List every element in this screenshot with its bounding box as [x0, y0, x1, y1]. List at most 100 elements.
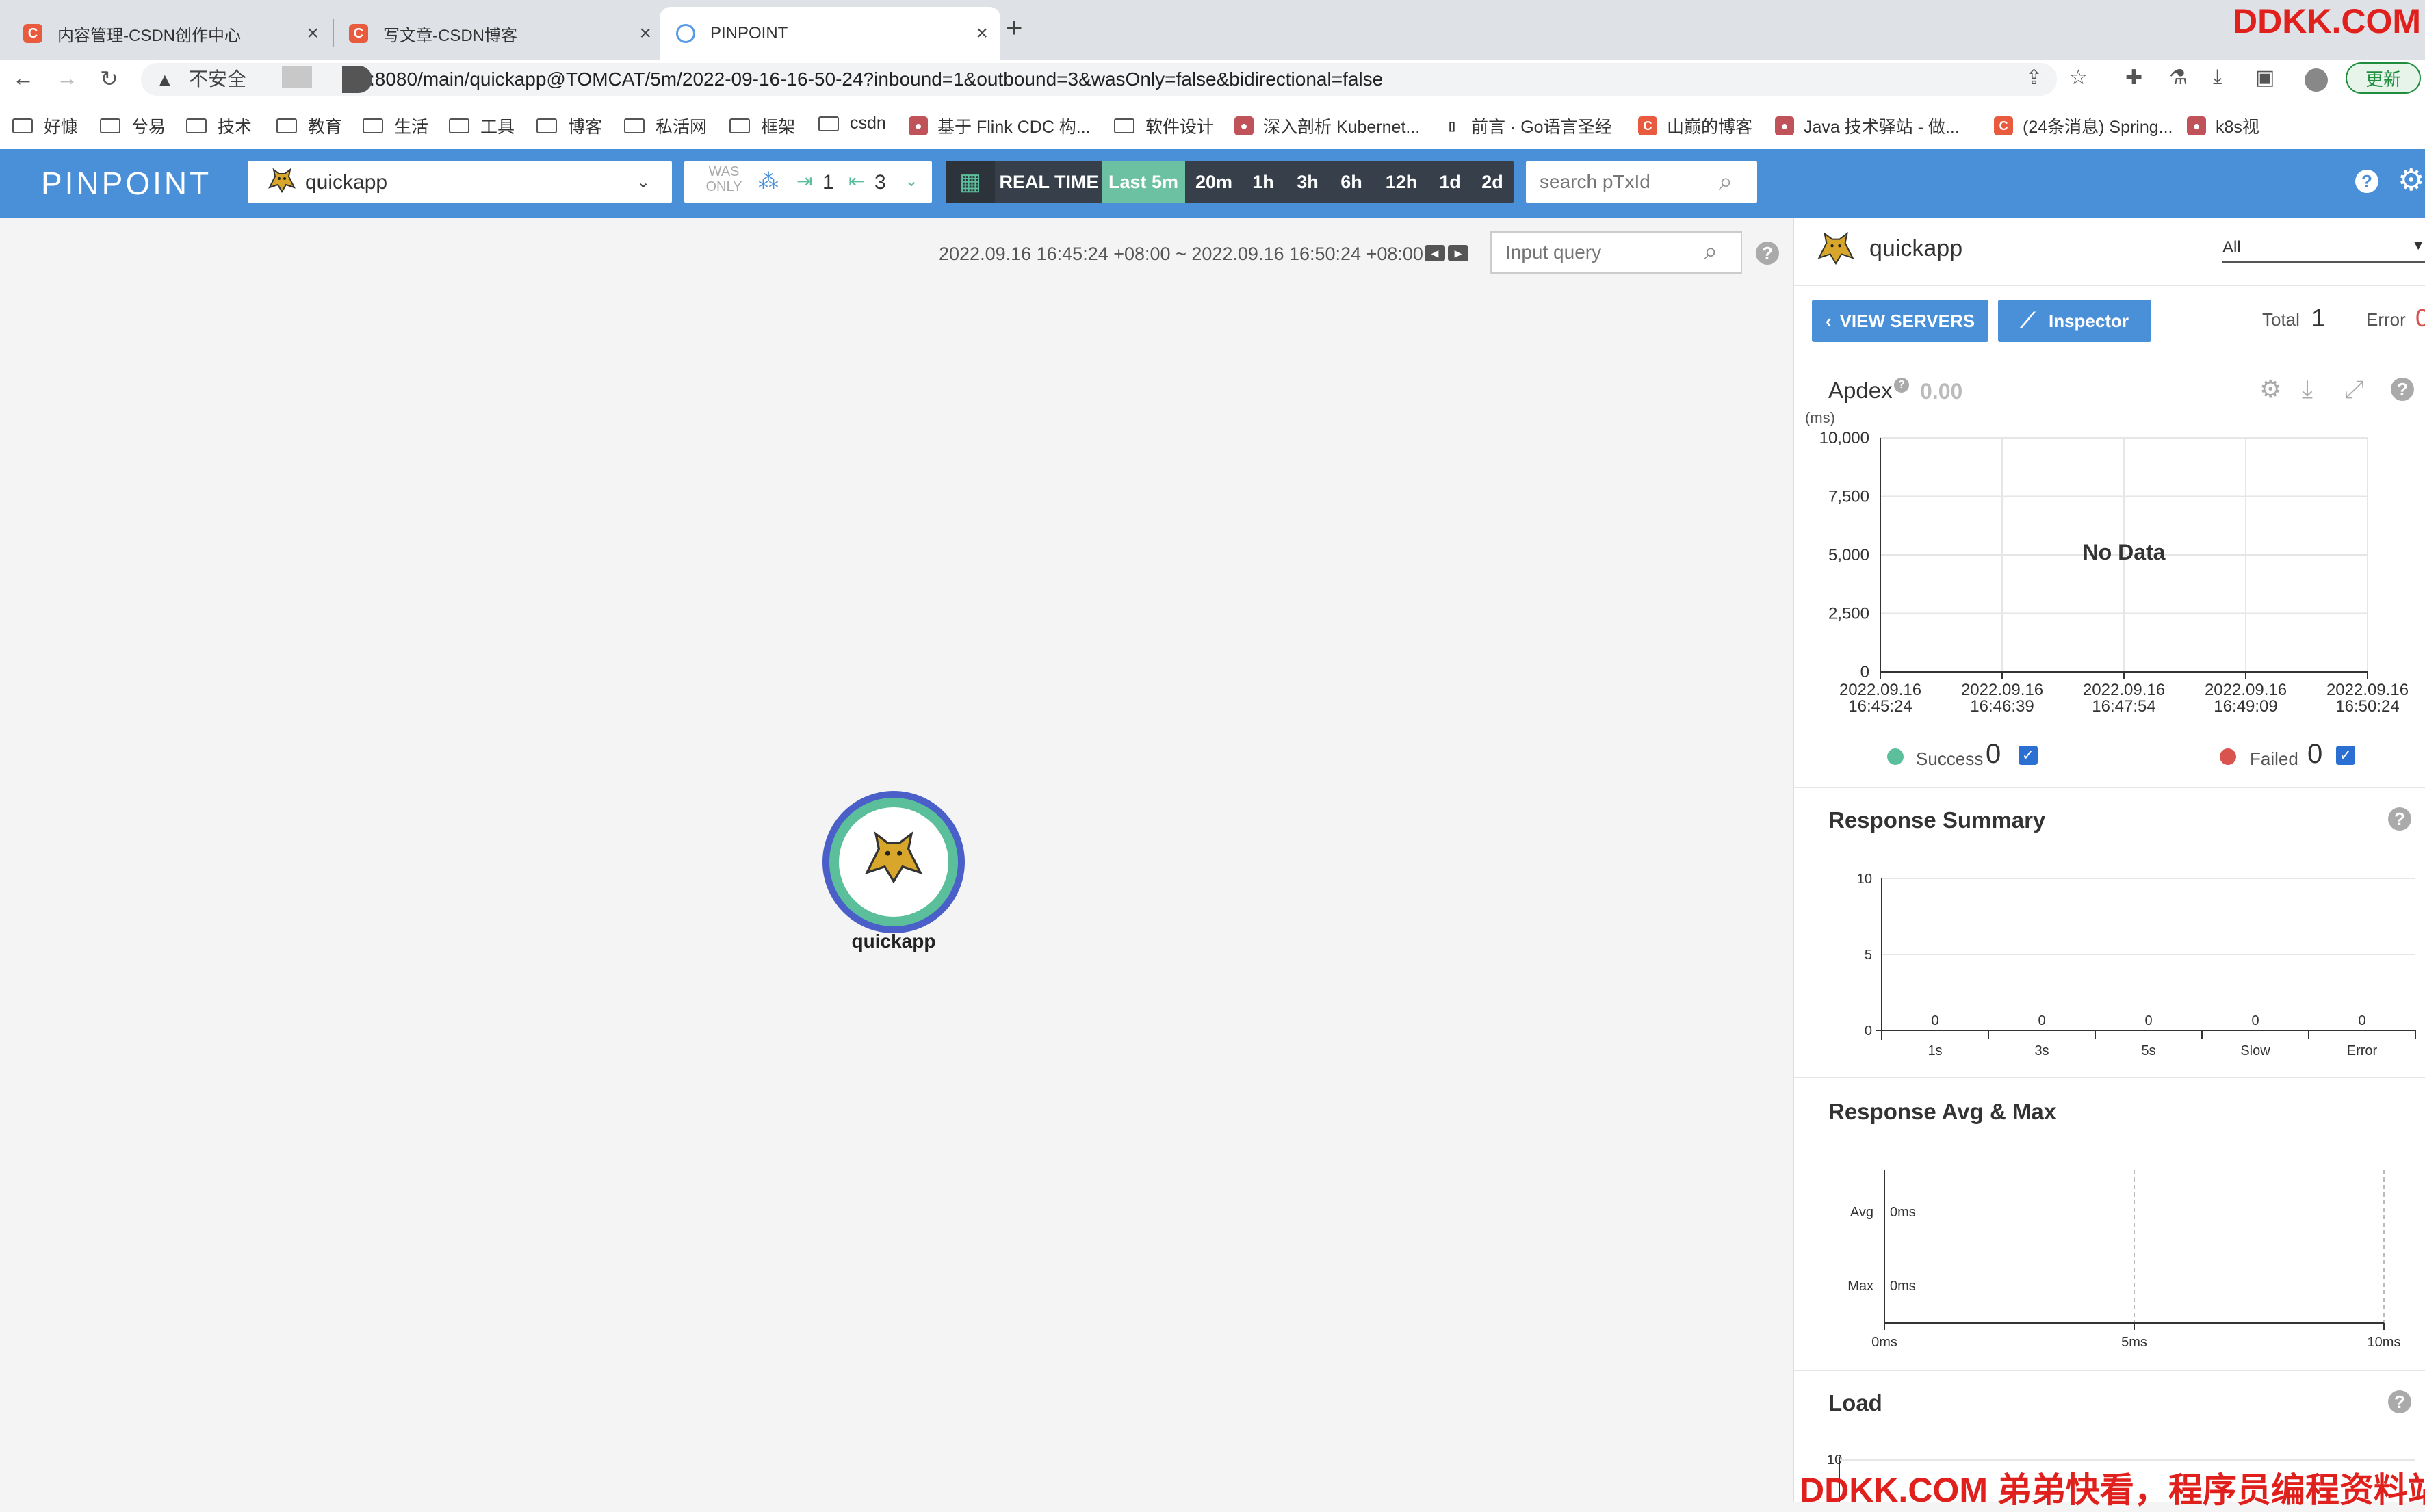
tab-csdn-content[interactable]: C 内容管理-CSDN创作中心 ×: [14, 7, 331, 60]
star-icon[interactable]: ☆: [2069, 66, 2088, 90]
close-icon[interactable]: ×: [639, 22, 651, 45]
close-icon[interactable]: ×: [976, 22, 988, 45]
bar-value-label: 0: [2144, 1013, 2152, 1028]
help-icon[interactable]: ?: [1756, 242, 1779, 265]
forward-icon[interactable]: →: [56, 66, 78, 91]
pinpoint-logo[interactable]: PINPOINT: [41, 164, 211, 203]
bar-value-label: 0: [2251, 1013, 2259, 1028]
labs-icon[interactable]: ⚗: [2169, 66, 2188, 90]
new-tab-button[interactable]: +: [1006, 11, 1023, 44]
bookmark-item[interactable]: csdn: [818, 114, 886, 133]
tab-pinpoint[interactable]: PINPOINT ×: [660, 7, 1000, 60]
help-icon[interactable]: ?: [2355, 170, 2378, 193]
period-3h[interactable]: 3h: [1286, 161, 1329, 203]
bookmark-label: 山巅的博客: [1667, 118, 1753, 137]
bookmark-item[interactable]: 博客: [536, 114, 602, 138]
period-1d[interactable]: 1d: [1430, 161, 1470, 203]
y-tick-label: 7,500: [1828, 488, 1869, 506]
chevron-down-icon[interactable]: ⌄: [905, 171, 918, 191]
back-icon[interactable]: ←: [12, 66, 34, 91]
extensions-icon[interactable]: ✚: [2125, 66, 2142, 90]
bookmark-item[interactable]: 工具: [449, 114, 515, 138]
response-scatter-chart[interactable]: (ms)10,0007,5005,0002,50002022.09.1616:4…: [1800, 404, 2425, 725]
download-icon[interactable]: ⤓: [2302, 375, 2313, 404]
node-label: quickapp: [851, 930, 936, 952]
period-12h[interactable]: 12h: [1374, 161, 1429, 203]
realtime-button[interactable]: REAL TIME: [998, 161, 1100, 203]
download-icon[interactable]: ⤓: [2213, 66, 2222, 89]
bookmark-item[interactable]: C 山巅的博客: [1638, 114, 1752, 138]
inbound-count[interactable]: 1: [822, 171, 834, 194]
expand-icon[interactable]: ⤢: [2344, 375, 2364, 404]
bookmark-item[interactable]: 好慷: [12, 114, 78, 138]
failed-checkbox[interactable]: ✓: [2336, 746, 2355, 765]
bookmark-label: k8s视: [2216, 118, 2259, 137]
bookmark-item[interactable]: 软件设计: [1114, 114, 1214, 138]
sidepanel-icon[interactable]: ▣: [2255, 66, 2274, 90]
share-icon[interactable]: ⇪: [2025, 66, 2043, 90]
bookmark-item[interactable]: ● Java 技术驿站 - 做...: [1775, 114, 1960, 138]
was-only-toggle[interactable]: WAS ONLY: [703, 164, 744, 194]
x-tick-label-time: 16:47:54: [2092, 697, 2155, 716]
warning-icon[interactable]: ▲: [156, 69, 174, 90]
close-icon[interactable]: ×: [307, 22, 319, 45]
bookmark-item[interactable]: 兮易: [100, 114, 166, 138]
bookmark-item[interactable]: 技术: [186, 114, 252, 138]
tab-csdn-write[interactable]: C 写文章-CSDN博客 ×: [339, 7, 664, 60]
gear-icon[interactable]: ⚙: [2398, 163, 2424, 198]
help-icon[interactable]: ?: [1894, 378, 1909, 393]
outbound-count[interactable]: 3: [874, 171, 886, 194]
prev-range-icon[interactable]: ◀: [1425, 245, 1445, 261]
chevron-down-icon: ▼: [2411, 238, 2425, 253]
folder-icon: [363, 118, 383, 133]
bookmark-item[interactable]: 框架: [729, 114, 795, 138]
inspector-button[interactable]: ⟋ Inspector: [1998, 300, 2151, 342]
error-label: Error: [2366, 309, 2406, 330]
reload-icon[interactable]: ↻: [100, 66, 118, 92]
response-summary-chart[interactable]: 10 5 0 0 1s 0 3s 0 5s 0 Slow 0 Error: [1800, 862, 2425, 1060]
calendar-icon[interactable]: ▦: [946, 161, 995, 203]
gear-icon[interactable]: ⚙: [2259, 375, 2281, 404]
agent-filter-select[interactable]: All ▼: [2222, 238, 2425, 263]
update-button[interactable]: 更新: [2346, 62, 2421, 94]
period-2d[interactable]: 2d: [1471, 161, 1514, 203]
bookmark-label: Java 技术驿站 - 做...: [1804, 118, 1960, 137]
period-1h[interactable]: 1h: [1241, 161, 1285, 203]
response-avg-max-chart[interactable]: 0ms 5ms 10ms Avg 0ms Max 0ms: [1800, 1156, 2425, 1355]
success-checkbox[interactable]: ✓: [2019, 746, 2038, 765]
folder-icon: [449, 118, 469, 133]
bookmark-item[interactable]: ▯ 前言 · Go语言圣经: [1442, 114, 1612, 138]
bookmark-item[interactable]: 教育: [276, 114, 342, 138]
chevron-down-icon[interactable]: ⌄: [636, 172, 650, 192]
bookmark-item[interactable]: C (24条消息) Spring...: [1994, 114, 2173, 138]
next-range-icon[interactable]: ▶: [1448, 245, 1468, 261]
profile-avatar[interactable]: [2305, 68, 2328, 92]
tab-divider: [333, 19, 334, 47]
help-icon[interactable]: ?: [2388, 807, 2411, 831]
bidirectional-icon[interactable]: ⁂: [758, 170, 779, 194]
view-servers-button[interactable]: ‹ VIEW SERVERS: [1812, 300, 1988, 342]
bookmark-item[interactable]: 生活: [363, 114, 428, 138]
period-last-5m[interactable]: Last 5m: [1102, 161, 1185, 203]
agent-filter-value: All: [2222, 238, 2241, 257]
url-text[interactable]: :8080/main/quickapp@TOMCAT/5m/2022-09-16…: [369, 66, 1383, 92]
bookmark-item[interactable]: ● k8s视: [2187, 114, 2259, 138]
period-20m[interactable]: 20m: [1188, 161, 1240, 203]
csdn-favicon: C: [349, 24, 368, 43]
csdn-icon: C: [1994, 116, 2013, 135]
watermark-top: DDKK.COM: [2233, 2, 2421, 40]
bookmark-item[interactable]: 私活网: [624, 114, 707, 138]
chevron-left-icon: ‹: [1825, 310, 1832, 331]
bar-value-label: 0: [1931, 1013, 1938, 1028]
help-icon[interactable]: ?: [2391, 378, 2414, 401]
period-6h[interactable]: 6h: [1330, 161, 1373, 203]
insecure-label[interactable]: 不安全: [189, 66, 246, 92]
search-icon[interactable]: ⌕: [1704, 237, 1717, 266]
search-icon[interactable]: ⌕: [1719, 167, 1733, 196]
inspector-label: Inspector: [2048, 310, 2129, 331]
bookmark-label: 博客: [568, 118, 603, 137]
bookmark-item[interactable]: ● 基于 Flink CDC 构...: [909, 114, 1091, 138]
bookmark-item[interactable]: ● 深入剖析 Kubernet...: [1234, 114, 1420, 138]
help-icon[interactable]: ?: [2388, 1390, 2411, 1413]
x-tick-label: 1s: [1928, 1043, 1942, 1058]
